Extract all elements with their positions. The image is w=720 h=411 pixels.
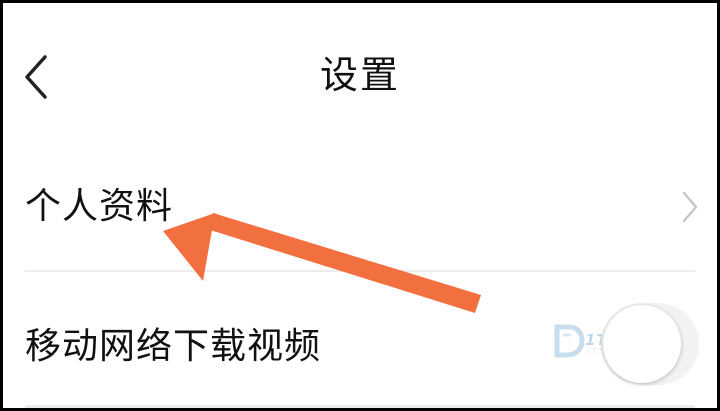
- watermark-logo-icon: [554, 324, 585, 358]
- settings-item-label: 移动网络下载视频: [25, 326, 322, 367]
- settings-item-label: 个人资料: [25, 186, 174, 227]
- row-divider: [25, 405, 695, 408]
- toggle-knob: [603, 305, 681, 383]
- page-title: 设置: [319, 53, 400, 97]
- settings-item-mobile-download: 移动网络下载视频 1T5游戏网 ITYOU.COM: [3, 271, 717, 408]
- settings-screen: 设置 个人资料 移动网络下载视频 1T5游戏网 ITYOU.COM: [3, 3, 717, 408]
- navigation-bar: 设置: [3, 3, 717, 143]
- chevron-right-icon: [682, 191, 698, 223]
- mobile-download-toggle[interactable]: [601, 303, 699, 385]
- settings-item-profile[interactable]: 个人资料: [3, 143, 717, 271]
